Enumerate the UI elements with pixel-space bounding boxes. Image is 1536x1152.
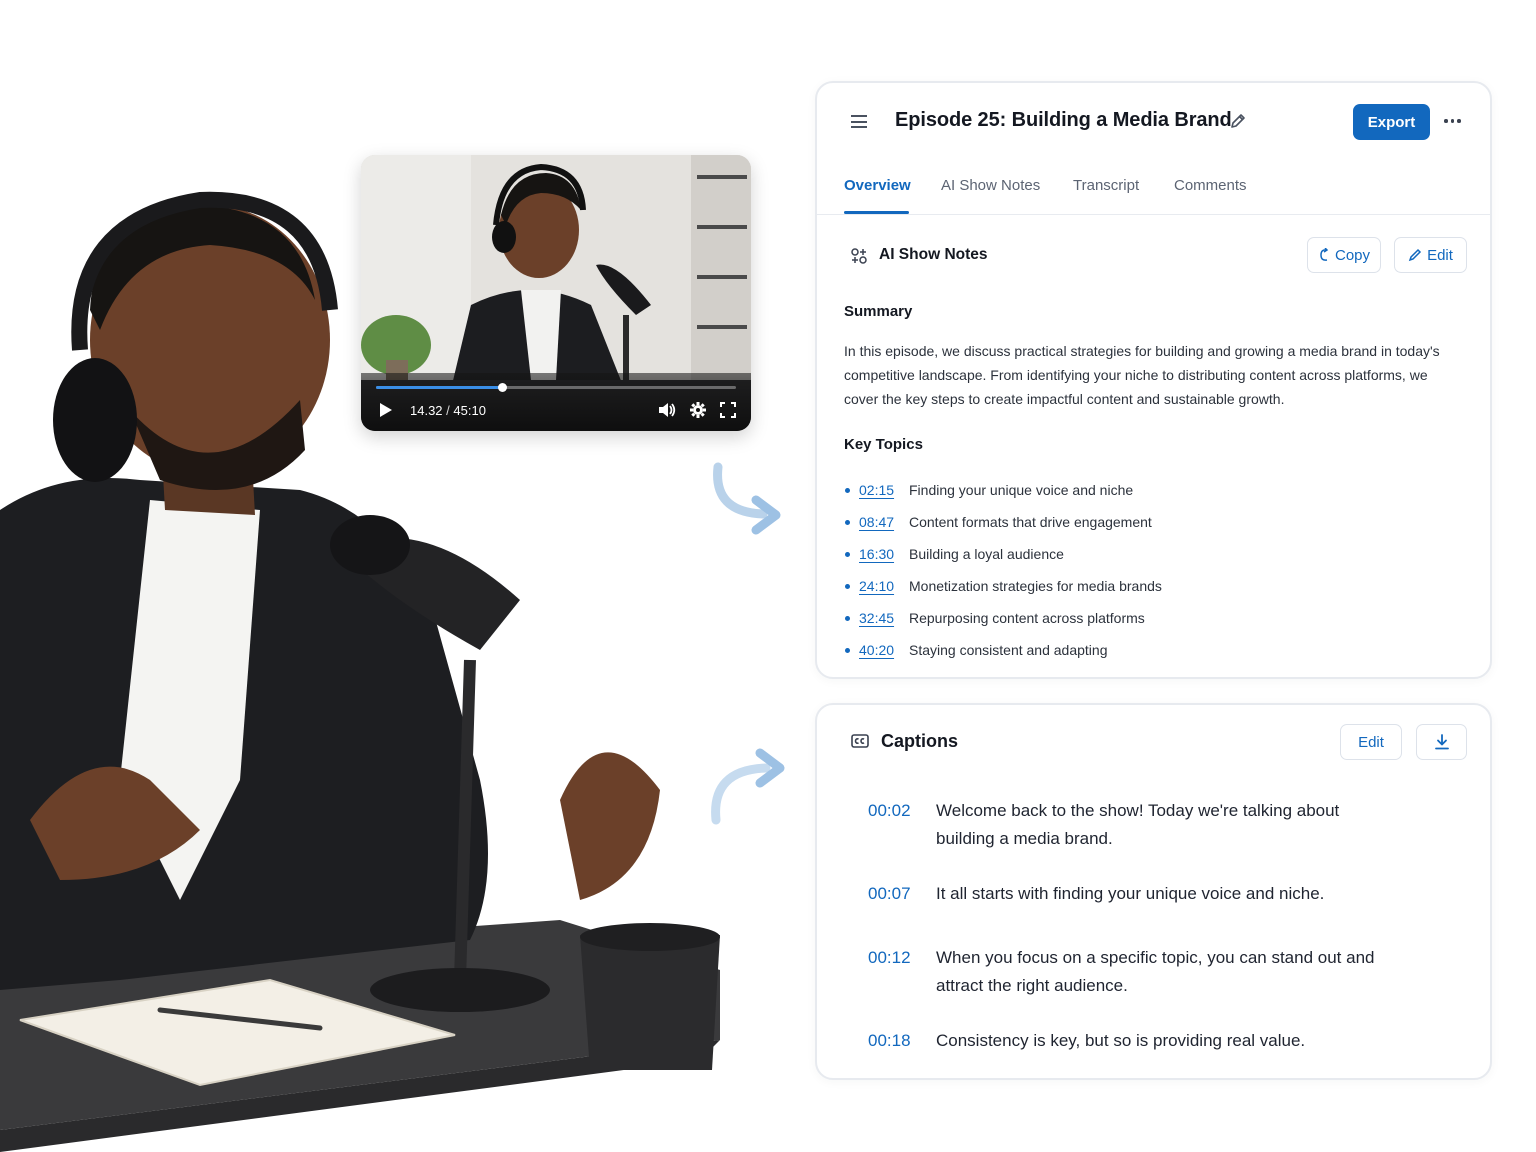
tab-comments[interactable]: Comments	[1174, 177, 1247, 194]
episode-header: Episode 25: Building a Media Brand Expor…	[817, 83, 1490, 161]
more-icon[interactable]	[1444, 119, 1461, 123]
caption-row[interactable]: 00:07 It all starts with finding your un…	[868, 880, 1396, 908]
menu-icon[interactable]	[851, 115, 867, 128]
topic-text: Building a loyal audience	[909, 546, 1064, 562]
section-title: AI Show Notes	[879, 246, 988, 263]
ai-show-notes-header: AI Show Notes Copy Edit	[817, 215, 1490, 295]
fullscreen-icon[interactable]	[720, 402, 736, 418]
captions-card: Captions Edit 00:02 Welcome back to the …	[815, 703, 1492, 1080]
tab-bar: Overview AI Show Notes Transcript Commen…	[817, 161, 1490, 215]
pencil-icon[interactable]	[1230, 113, 1246, 129]
play-icon[interactable]	[380, 403, 392, 417]
edit-notes-button[interactable]: Edit	[1394, 237, 1467, 273]
topic-item: 32:45 Repurposing content across platform…	[844, 602, 1162, 634]
volume-icon[interactable]	[658, 402, 676, 418]
key-topics-label: Key Topics	[844, 436, 923, 453]
flow-arrow-to-captions	[711, 748, 785, 825]
video-progress-bar[interactable]	[376, 383, 736, 392]
topic-timestamp[interactable]: 16:30	[859, 546, 909, 562]
caption-row[interactable]: 00:02 Welcome back to the show! Today we…	[868, 797, 1396, 853]
download-icon	[1434, 734, 1449, 750]
edit-icon	[1408, 248, 1422, 262]
topic-timestamp[interactable]: 32:45	[859, 610, 909, 626]
caption-text: Welcome back to the show! Today we're ta…	[936, 801, 1340, 848]
topic-item: 02:15 Finding your unique voice and niche	[844, 474, 1162, 506]
caption-text: When you focus on a specific topic, you …	[936, 948, 1375, 995]
closed-captions-icon	[851, 734, 869, 748]
topic-timestamp[interactable]: 40:20	[859, 642, 909, 658]
topic-item: 24:10 Monetization strategies for media b…	[844, 570, 1162, 602]
edit-label: Edit	[1427, 246, 1453, 264]
duration: 45:10	[453, 402, 486, 418]
topic-timestamp[interactable]: 08:47	[859, 514, 909, 530]
tab-transcript[interactable]: Transcript	[1073, 177, 1139, 194]
video-controls: 14.32 / 45:10	[361, 373, 751, 431]
caption-row[interactable]: 00:18 Consistency is key, but so is prov…	[868, 1027, 1396, 1055]
ai-sparkle-icon	[851, 248, 867, 264]
caption-text: It all starts with finding your unique v…	[936, 884, 1325, 903]
topic-item: 16:30 Building a loyal audience	[844, 538, 1162, 570]
caption-timestamp[interactable]: 00:02	[868, 797, 936, 853]
key-topics-list: 02:15 Finding your unique voice and niche…	[844, 474, 1162, 666]
summary-label: Summary	[844, 303, 913, 320]
download-captions-button[interactable]	[1416, 724, 1467, 760]
active-tab-indicator	[844, 211, 909, 214]
captions-header: Captions Edit	[817, 705, 1490, 781]
settings-icon[interactable]	[690, 402, 706, 418]
topic-timestamp[interactable]: 24:10	[859, 578, 909, 594]
flow-arrow-to-notes	[713, 462, 781, 535]
topic-text: Staying consistent and adapting	[909, 642, 1108, 658]
topic-item: 08:47 Content formats that drive engageme…	[844, 506, 1162, 538]
caption-timestamp[interactable]: 00:07	[868, 880, 936, 908]
captions-title: Captions	[881, 731, 959, 751]
topic-text: Finding your unique voice and niche	[909, 482, 1134, 498]
edit-captions-button[interactable]: Edit	[1340, 724, 1402, 760]
topic-timestamp[interactable]: 02:15	[859, 482, 909, 498]
caption-text: Consistency is key, but so is providing …	[936, 1031, 1306, 1050]
caption-timestamp[interactable]: 00:18	[868, 1027, 936, 1055]
topic-text: Monetization strategies for media brands	[909, 578, 1162, 594]
video-progress-knob[interactable]	[498, 383, 507, 392]
export-button[interactable]: Export	[1353, 104, 1430, 140]
copy-label: Copy	[1334, 246, 1371, 264]
topic-item: 40:20 Staying consistent and adapting	[844, 634, 1162, 666]
video-progress-fill	[376, 386, 502, 389]
episode-title: Episode 25: Building a Media Brand	[895, 109, 1232, 131]
video-time: 14.32 / 45:10	[410, 403, 486, 418]
video-player[interactable]: 14.32 / 45:10	[361, 155, 751, 431]
tab-overview[interactable]: Overview	[844, 177, 911, 194]
summary-text: In this episode, we discuss practical st…	[844, 343, 1440, 407]
caption-row[interactable]: 00:12 When you focus on a specific topic…	[868, 944, 1396, 1000]
episode-card: Episode 25: Building a Media Brand Expor…	[815, 81, 1492, 679]
time-separator: /	[446, 402, 450, 418]
topic-text: Repurposing content across platforms	[909, 610, 1145, 626]
topic-text: Content formats that drive engagement	[909, 514, 1152, 530]
copy-button[interactable]: Copy	[1307, 237, 1381, 273]
caption-timestamp[interactable]: 00:12	[868, 944, 936, 1000]
current-time: 14.32	[410, 402, 443, 418]
tab-ai-show-notes[interactable]: AI Show Notes	[941, 177, 1040, 194]
copy-icon	[1320, 248, 1329, 261]
